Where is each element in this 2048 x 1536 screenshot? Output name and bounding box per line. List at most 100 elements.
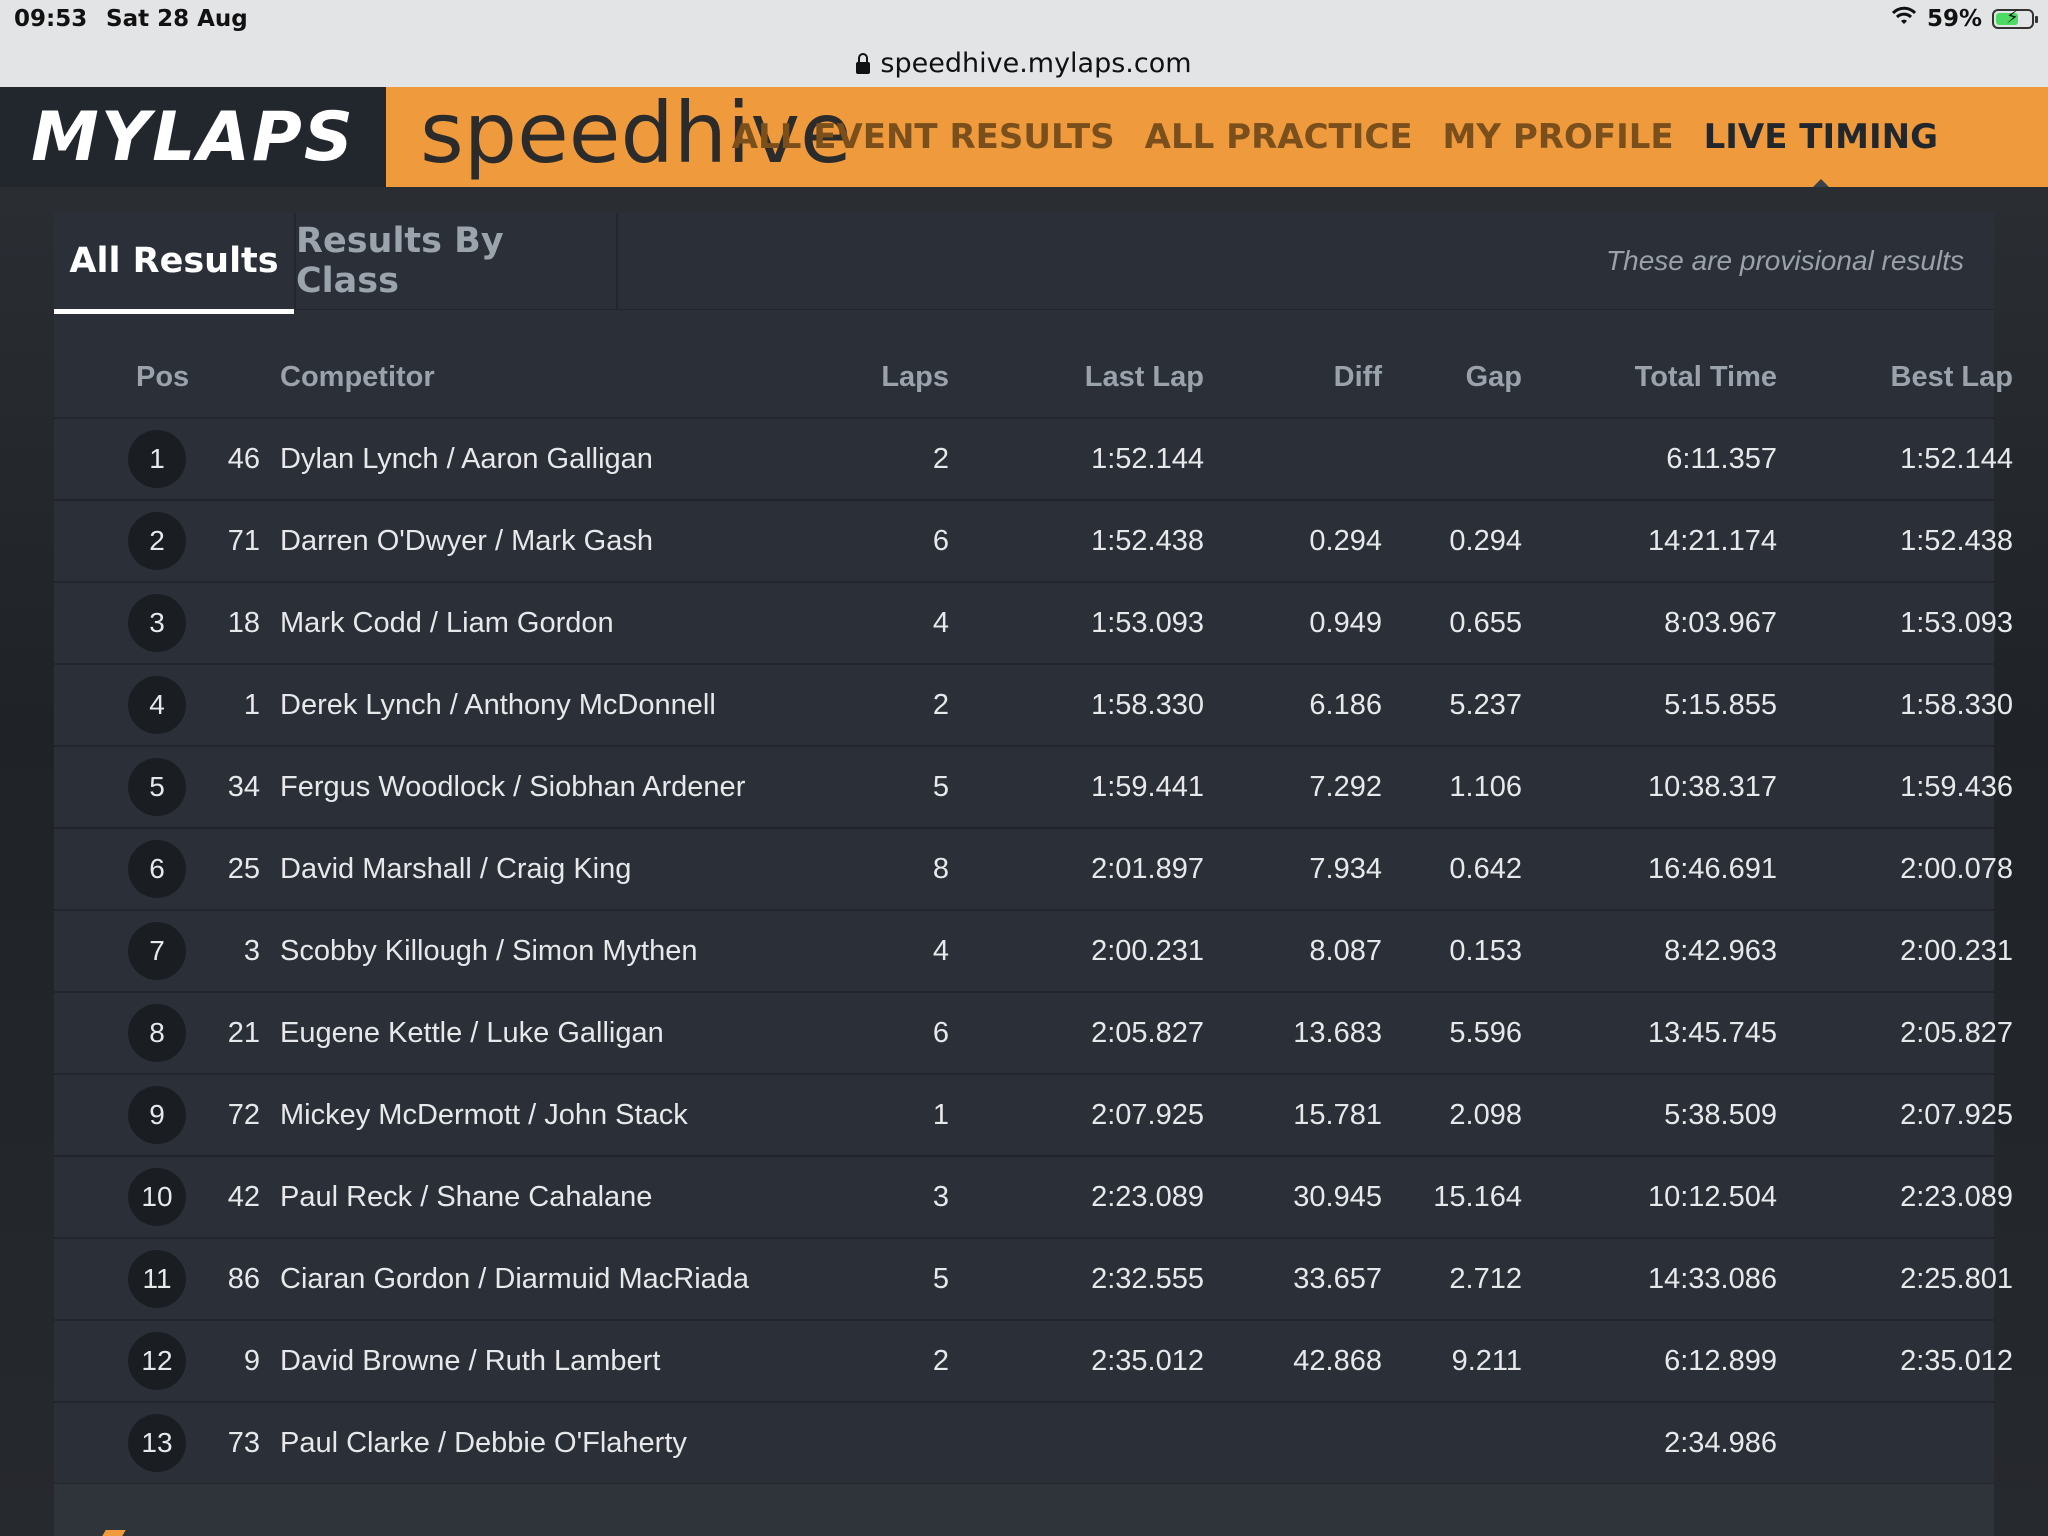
laps-value: 5	[932, 771, 949, 803]
position-badge: 5	[128, 758, 186, 816]
last-lap-value: 2:05.827	[1091, 1017, 1204, 1049]
position-badge: 13	[128, 1414, 186, 1472]
nav-live-timing-label: LIVE TIMING	[1703, 117, 1938, 157]
table-row[interactable]: 10 42 Paul Reck / Shane Cahalane 3 2:23.089 3…	[54, 1157, 2013, 1239]
car-number: 46	[227, 443, 260, 475]
col-pos[interactable]: Pos	[136, 337, 236, 417]
total-time-value: 8:03.967	[1664, 607, 1777, 639]
table-row[interactable]: 13 73 Paul Clarke / Debbie O'Flaherty 2:34.…	[54, 1403, 1994, 1485]
col-diff[interactable]: Diff	[1234, 337, 1382, 417]
accent-mark-icon	[102, 1530, 126, 1536]
competitor-name: Derek Lynch / Anthony McDonnell	[280, 689, 716, 721]
col-laps[interactable]: Laps	[794, 337, 949, 417]
results-panel: All Results Results By Class These are p…	[54, 213, 2013, 1536]
laps-value: 8	[932, 853, 949, 885]
col-last-lap[interactable]: Last Lap	[984, 337, 1204, 417]
gap-value: 15.164	[1433, 1181, 1522, 1213]
gap-value: 2.098	[1449, 1099, 1522, 1131]
table-row[interactable]: 2 71 Darren O'Dwyer / Mark Gash 6 1:52.438 0.…	[54, 501, 2013, 583]
car-number: 86	[227, 1263, 260, 1295]
footer-strip	[54, 1484, 1994, 1536]
url-domain[interactable]: speedhive.mylaps.com	[880, 48, 1191, 79]
car-number: 25	[227, 853, 260, 885]
table-row[interactable]: 5 34 Fergus Woodlock / Siobhan Ardener 5 1:5…	[54, 747, 2013, 829]
table-row[interactable]: 9 72 Mickey McDermott / John Stack 1 2:07.92…	[54, 1075, 2013, 1157]
gap-value: 0.294	[1449, 525, 1522, 557]
diff-value: 7.934	[1309, 853, 1382, 885]
last-lap-value: 1:59.441	[1091, 771, 1204, 803]
last-lap-value: 2:00.231	[1091, 935, 1204, 967]
laps-value: 2	[932, 689, 949, 721]
position-badge: 1	[128, 430, 186, 488]
diff-value: 30.945	[1293, 1181, 1382, 1213]
car-number: 9	[243, 1345, 260, 1377]
car-number: 42	[227, 1181, 260, 1213]
gap-value: 5.237	[1449, 689, 1522, 721]
col-total-time[interactable]: Total Time	[1554, 337, 1777, 417]
laps-value: 5	[932, 1263, 949, 1295]
table-row[interactable]: 12 9 David Browne / Ruth Lambert 2 2:35.012 4…	[54, 1321, 2013, 1403]
nav-all-event-results[interactable]: ALL EVENT RESULTS	[732, 117, 1115, 157]
col-competitor[interactable]: Competitor	[280, 337, 580, 417]
last-lap-value: 1:52.144	[1091, 443, 1204, 475]
nav-all-practice[interactable]: ALL PRACTICE	[1145, 117, 1413, 157]
laps-value: 1	[932, 1099, 949, 1131]
status-time: 09:53	[14, 6, 88, 32]
position-badge: 12	[128, 1332, 186, 1390]
laps-value: 3	[932, 1181, 949, 1213]
position-badge: 10	[128, 1168, 186, 1226]
competitor-name: Paul Clarke / Debbie O'Flaherty	[280, 1427, 687, 1459]
last-lap-value: 2:01.897	[1091, 853, 1204, 885]
car-number: 34	[227, 771, 260, 803]
table-row[interactable]: 4 1 Derek Lynch / Anthony McDonnell 2 1:58.3…	[54, 665, 2013, 747]
diff-value: 6.186	[1309, 689, 1382, 721]
tab-active-underline	[54, 309, 294, 314]
table-row[interactable]: 7 3 Scobby Killough / Simon Mythen 4 2:00.23…	[54, 911, 2013, 993]
best-lap-value: 2:00.078	[1900, 853, 2013, 885]
competitor-name: Mark Codd / Liam Gordon	[280, 607, 614, 639]
best-lap-value: 1:53.093	[1900, 607, 2013, 639]
last-lap-value: 2:32.555	[1091, 1263, 1204, 1295]
position-badge: 8	[128, 1004, 186, 1062]
car-number: 3	[243, 935, 260, 967]
tab-results-by-class-label: Results By Class	[296, 221, 504, 301]
results-table: Pos Competitor Laps Last Lap Diff Gap To…	[54, 337, 2013, 1485]
gap-value: 0.655	[1449, 607, 1522, 639]
tab-all-results[interactable]: All Results	[54, 213, 296, 314]
active-caret-icon	[1812, 179, 1829, 187]
table-row[interactable]: 6 25 David Marshall / Craig King 8 2:01.897 7…	[54, 829, 2013, 911]
provisional-notice: These are provisional results	[1606, 245, 1964, 276]
best-lap-value: 2:23.089	[1900, 1181, 2013, 1213]
total-time-value: 14:21.174	[1647, 525, 1777, 557]
table-row[interactable]: 3 18 Mark Codd / Liam Gordon 4 1:53.093 0.949…	[54, 583, 2013, 665]
best-lap-value: 2:05.827	[1900, 1017, 2013, 1049]
last-lap-value	[984, 1403, 1204, 1483]
table-row[interactable]: 8 21 Eugene Kettle / Luke Galligan 6 2:05.82…	[54, 993, 2013, 1075]
diff-value	[1234, 419, 1382, 499]
nav-my-profile[interactable]: MY PROFILE	[1443, 117, 1674, 157]
gap-value: 2.712	[1449, 1263, 1522, 1295]
tab-results-by-class[interactable]: Results By Class	[296, 213, 618, 309]
position-badge: 9	[128, 1086, 186, 1144]
total-time-value: 6:11.357	[1666, 443, 1777, 475]
col-gap[interactable]: Gap	[1394, 337, 1522, 417]
laps-value: 4	[932, 607, 949, 639]
diff-value: 0.949	[1309, 607, 1382, 639]
diff-value: 13.683	[1293, 1017, 1382, 1049]
diff-value: 7.292	[1309, 771, 1382, 803]
car-number: 1	[243, 689, 260, 721]
gap-value: 1.106	[1449, 771, 1522, 803]
laps-value: 4	[932, 935, 949, 967]
mylaps-logo[interactable]: MYLAPS	[0, 87, 386, 187]
nav-live-timing[interactable]: LIVE TIMING	[1703, 117, 1938, 187]
table-row[interactable]: 11 86 Ciaran Gordon / Diarmuid MacRiada 5 2:…	[54, 1239, 2013, 1321]
position-badge: 11	[128, 1250, 186, 1308]
table-row[interactable]: 1 46 Dylan Lynch / Aaron Galligan 2 1:52.144…	[54, 419, 2013, 501]
url-bar[interactable]: speedhive.mylaps.com	[0, 40, 2048, 88]
competitor-name: Mickey McDermott / John Stack	[280, 1099, 688, 1131]
last-lap-value: 1:58.330	[1091, 689, 1204, 721]
col-best-lap[interactable]: Best Lap	[1794, 337, 2013, 417]
total-time-value: 5:38.509	[1664, 1099, 1777, 1131]
car-number: 72	[227, 1099, 260, 1131]
competitor-name: Dylan Lynch / Aaron Galligan	[280, 443, 653, 475]
